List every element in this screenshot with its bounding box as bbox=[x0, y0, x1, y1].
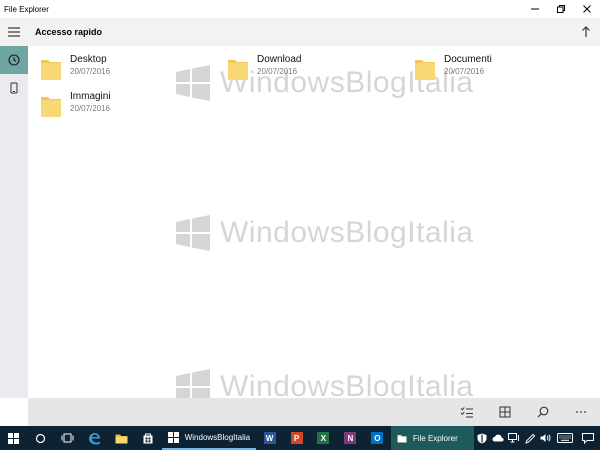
restore-button[interactable] bbox=[548, 0, 574, 18]
pen-tray-button[interactable] bbox=[522, 426, 538, 450]
folder-icon bbox=[41, 60, 61, 80]
edge-icon bbox=[88, 432, 100, 444]
start-button[interactable] bbox=[0, 426, 27, 450]
monitor-icon bbox=[508, 433, 520, 443]
onedrive-tray-button[interactable] bbox=[490, 426, 506, 450]
task-view-icon bbox=[61, 433, 74, 443]
taskbar-app-label: File Explorer bbox=[412, 433, 458, 443]
restore-icon bbox=[557, 5, 565, 13]
edge-taskbar-button[interactable] bbox=[81, 426, 108, 450]
up-button[interactable] bbox=[572, 18, 600, 46]
folder-name: Documenti bbox=[444, 54, 492, 65]
cortana-icon bbox=[35, 433, 46, 443]
close-icon bbox=[583, 5, 591, 13]
windows-start-icon bbox=[7, 432, 19, 444]
search-icon bbox=[537, 406, 549, 418]
folder-icon bbox=[228, 60, 248, 80]
notification-icon bbox=[582, 432, 595, 444]
close-button[interactable] bbox=[574, 0, 600, 18]
folder-name: Immagini bbox=[70, 91, 111, 102]
action-center-button[interactable] bbox=[576, 426, 600, 450]
file-explorer-pinned-button[interactable] bbox=[108, 426, 135, 450]
store-icon bbox=[143, 433, 153, 444]
folder-date: 20/07/2016 bbox=[444, 67, 485, 76]
clock-icon bbox=[8, 54, 20, 66]
word-icon: W bbox=[263, 432, 276, 444]
folder-grid: WindowsBlogItalia WindowsBlogItalia Wind… bbox=[28, 46, 600, 405]
shield-icon bbox=[477, 433, 487, 443]
taskbar: WindowsBlogItalia W P X N O File Explore… bbox=[0, 426, 600, 450]
search-button[interactable] bbox=[524, 398, 562, 426]
select-list-icon bbox=[460, 407, 473, 418]
select-button[interactable] bbox=[448, 398, 486, 426]
watermark: WindowsBlogItalia bbox=[174, 214, 474, 252]
windows-logo-icon bbox=[176, 215, 210, 251]
folder-item-documenti[interactable]: Documenti 20/07/2016 bbox=[414, 54, 574, 84]
folder-icon bbox=[115, 434, 128, 443]
folder-name: Download bbox=[257, 54, 302, 65]
touch-keyboard-tray-button[interactable] bbox=[554, 426, 576, 450]
cortana-button[interactable] bbox=[27, 426, 54, 450]
nav-this-device[interactable] bbox=[0, 74, 28, 102]
powerpoint-icon: P bbox=[290, 432, 303, 444]
excel-taskbar-button[interactable]: X bbox=[310, 426, 337, 450]
grid-view-icon bbox=[499, 406, 511, 418]
folder-date: 20/07/2016 bbox=[257, 67, 298, 76]
location-title: Accesso rapido bbox=[35, 27, 103, 37]
word-taskbar-button[interactable]: W bbox=[256, 426, 283, 450]
watermark-text: WindowsBlogItalia bbox=[220, 216, 474, 249]
command-bar bbox=[28, 398, 600, 426]
phone-icon bbox=[10, 82, 18, 94]
pen-icon bbox=[524, 433, 535, 444]
minimize-icon bbox=[531, 8, 539, 10]
volume-icon bbox=[540, 434, 551, 442]
taskbar-app-label: WindowsBlogItalia bbox=[184, 432, 251, 442]
taskbar-app-windowsblogitalia[interactable]: WindowsBlogItalia bbox=[161, 426, 257, 450]
window-title: File Explorer bbox=[4, 4, 49, 14]
powerpoint-taskbar-button[interactable]: P bbox=[283, 426, 310, 450]
task-view-button[interactable] bbox=[54, 426, 81, 450]
title-bar: File Explorer bbox=[0, 0, 600, 18]
windows-logo-icon bbox=[167, 431, 179, 443]
nav-recent[interactable] bbox=[0, 46, 28, 74]
folder-item-download[interactable]: Download 20/07/2016 bbox=[227, 54, 387, 84]
defender-tray-button[interactable] bbox=[474, 426, 490, 450]
outlook-taskbar-button[interactable]: O bbox=[364, 426, 391, 450]
folder-date: 20/07/2016 bbox=[70, 104, 111, 113]
outlook-icon: O bbox=[371, 432, 384, 444]
volume-tray-button[interactable] bbox=[538, 426, 554, 450]
folder-icon bbox=[397, 434, 407, 442]
cloud-icon bbox=[492, 434, 504, 442]
more-button[interactable] bbox=[562, 398, 600, 426]
folder-item-desktop[interactable]: Desktop 20/07/2016 bbox=[40, 54, 200, 84]
menu-button[interactable] bbox=[0, 18, 28, 46]
nav-rail bbox=[0, 46, 28, 398]
location-header: Accesso rapido bbox=[0, 18, 600, 46]
keyboard-icon bbox=[557, 433, 574, 443]
hamburger-icon bbox=[8, 27, 20, 37]
view-button[interactable] bbox=[486, 398, 524, 426]
folder-name: Desktop bbox=[70, 54, 107, 65]
minimize-button[interactable] bbox=[522, 0, 548, 18]
folder-date: 20/07/2016 bbox=[70, 67, 111, 76]
system-tray bbox=[474, 426, 600, 450]
taskbar-app-file-explorer[interactable]: File Explorer bbox=[390, 426, 475, 450]
more-icon bbox=[576, 411, 586, 413]
display-tray-button[interactable] bbox=[506, 426, 522, 450]
arrow-up-icon bbox=[582, 26, 590, 37]
onenote-icon: N bbox=[344, 432, 357, 444]
onenote-taskbar-button[interactable]: N bbox=[337, 426, 364, 450]
store-taskbar-button[interactable] bbox=[135, 426, 162, 450]
folder-icon bbox=[41, 97, 61, 117]
folder-item-immagini[interactable]: Immagini 20/07/2016 bbox=[40, 91, 200, 121]
folder-icon bbox=[415, 60, 435, 80]
excel-icon: X bbox=[317, 432, 330, 444]
